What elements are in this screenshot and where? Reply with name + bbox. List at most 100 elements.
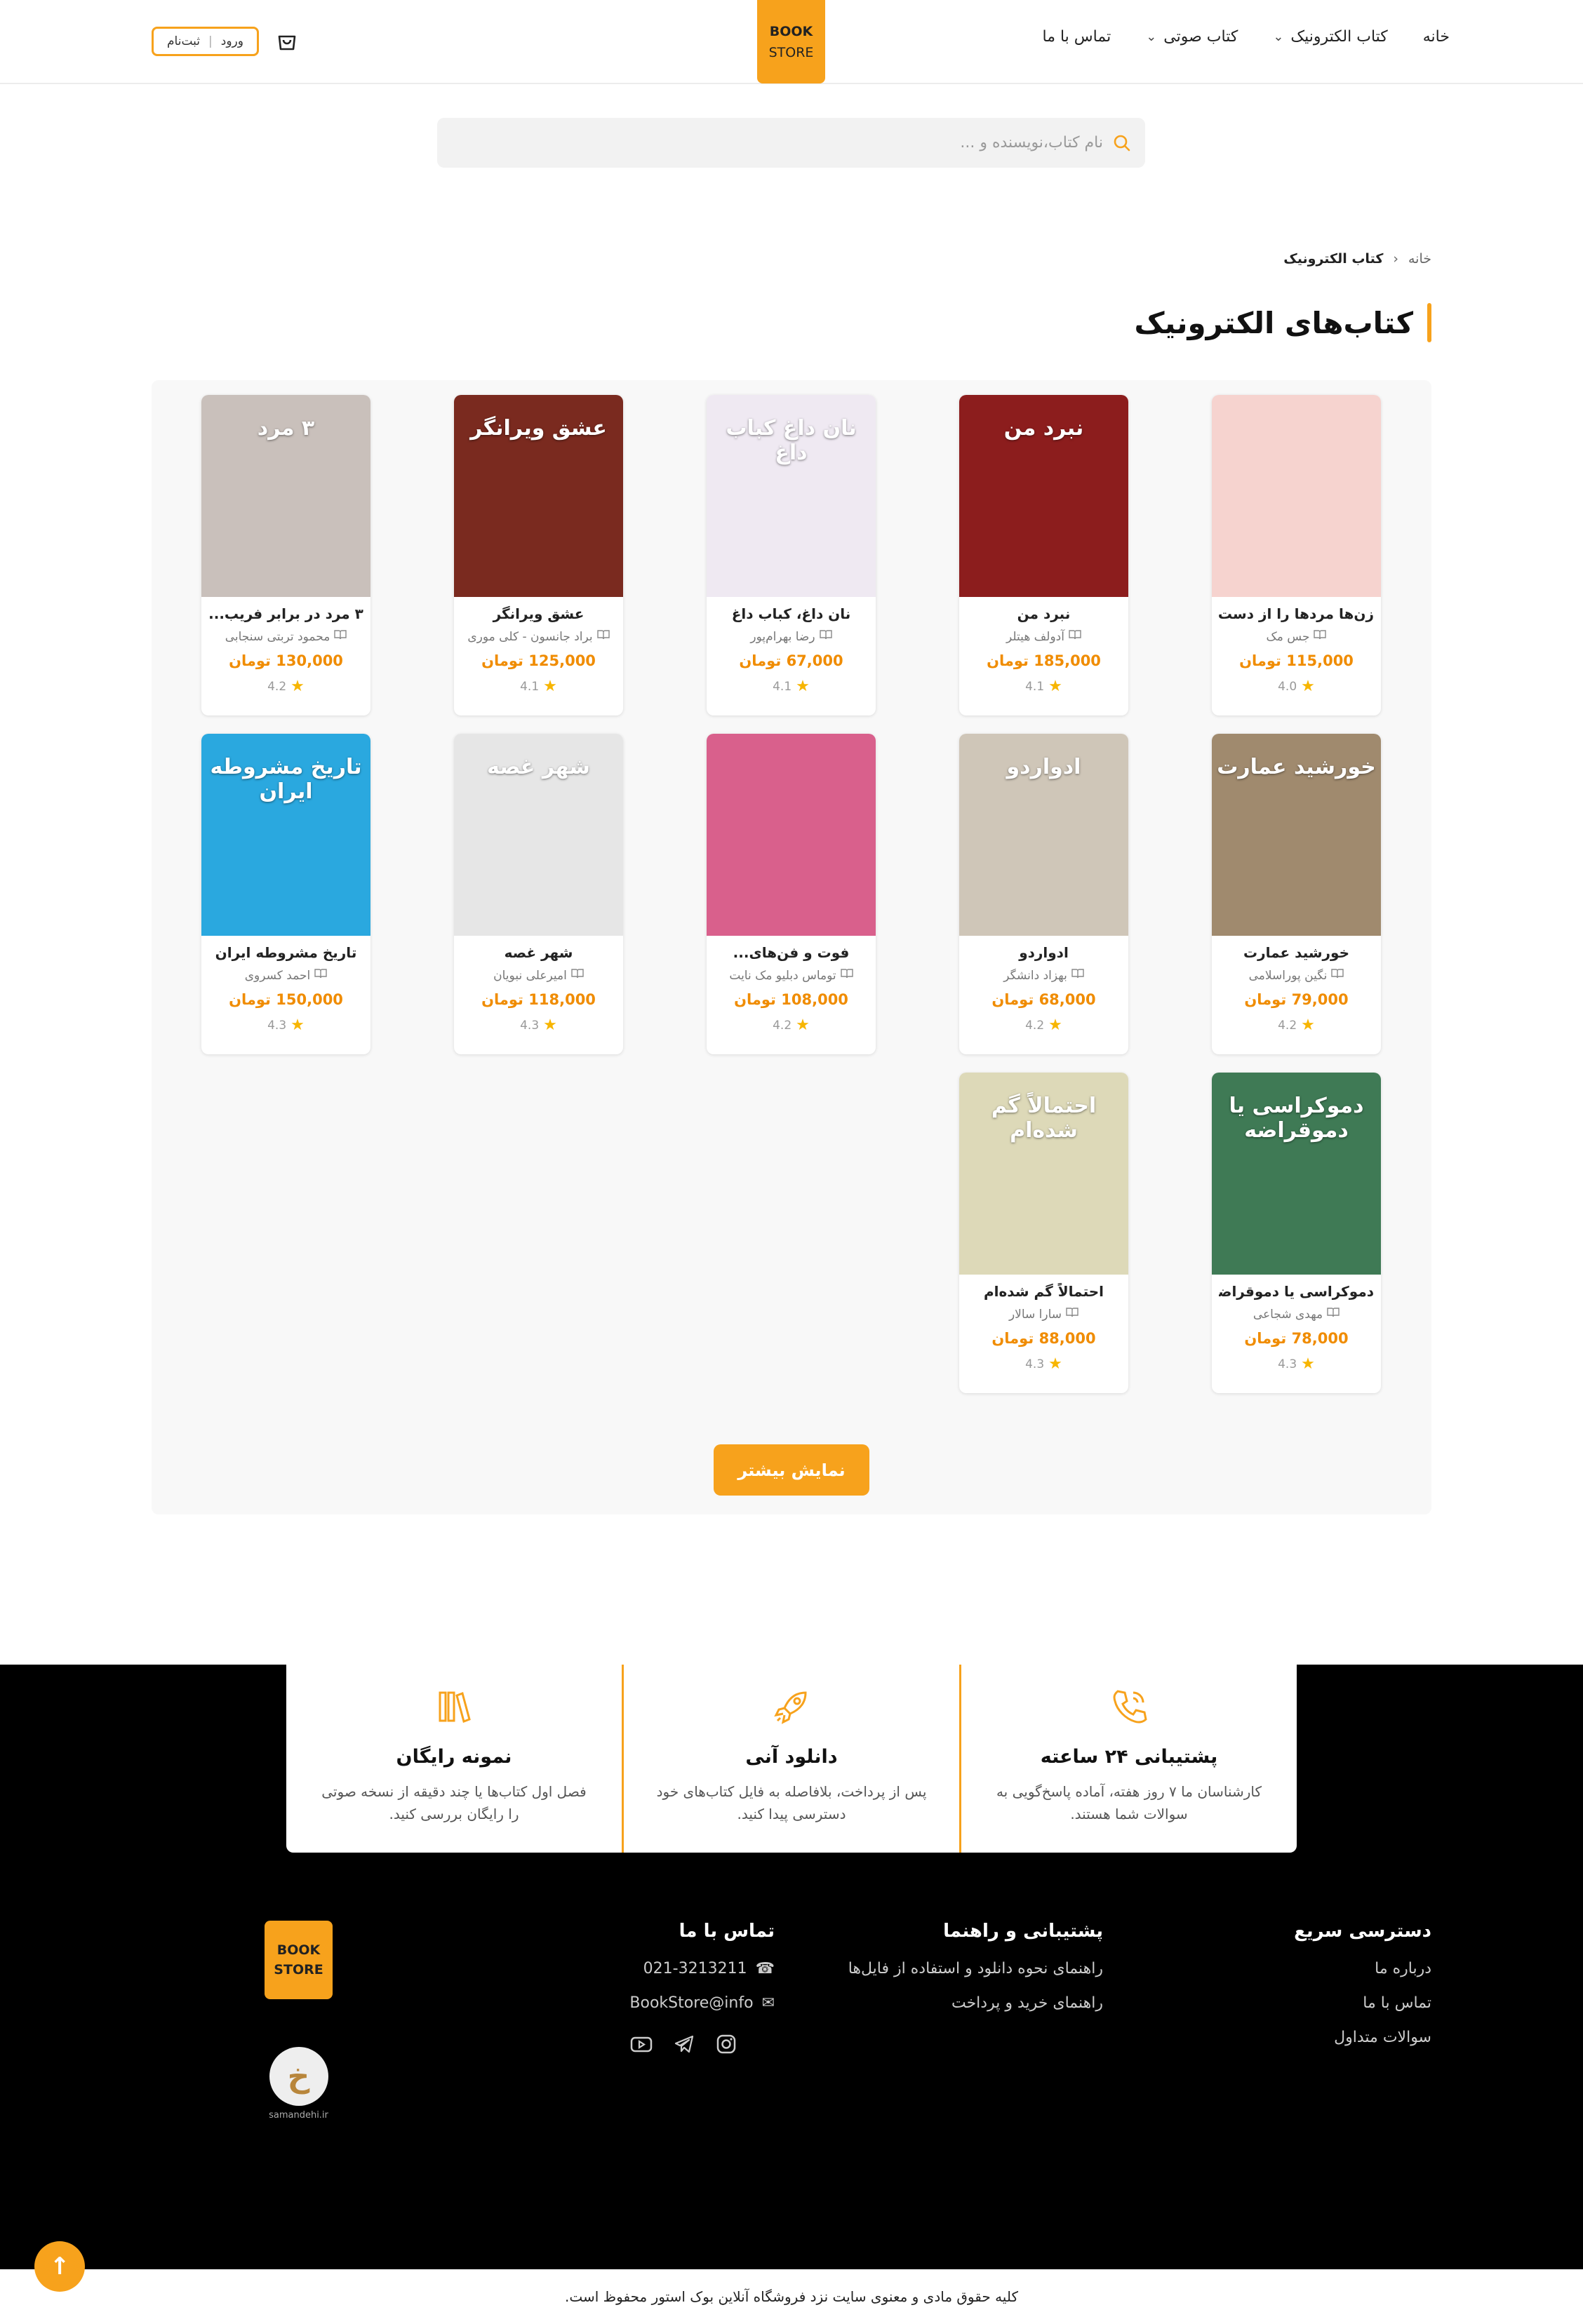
footer-link-contact[interactable]: تماس با ما <box>1294 1994 1431 2012</box>
book-card[interactable]: تاریخ مشروطه ایران تاریخ مشروطه ایران احمد… <box>201 734 370 1054</box>
login-link[interactable]: ورود <box>221 34 243 48</box>
register-link[interactable]: ثبت‌نام <box>167 34 200 48</box>
book-card[interactable]: ۳ مرد ۳ مرد در برابر فریب... محمود تربتی س… <box>201 395 370 716</box>
book-title[interactable]: ۳ مرد در برابر فریب... <box>208 605 363 622</box>
books-icon <box>314 1686 594 1735</box>
footer-link-download-guide[interactable]: راهنمای نحوه دانلود و استفاده از فایل‌ها <box>848 1960 1103 1977</box>
book-price: 67,000 تومان <box>739 652 843 669</box>
book-title[interactable]: خورشید عمارت <box>1219 944 1374 961</box>
cart-icon[interactable] <box>275 29 299 53</box>
book-cover-image[interactable]: ادواردو <box>959 734 1128 936</box>
footer-phone[interactable]: ☎ 021-3213211 <box>629 1960 775 1977</box>
logo-text-line1: BOOK <box>769 23 813 39</box>
phone-icon <box>989 1686 1269 1735</box>
instagram-icon[interactable] <box>715 2033 737 2060</box>
book-title[interactable]: زن‌ها مردها را از دست... <box>1219 605 1374 622</box>
book-title[interactable]: دموکراسی یا دموقراضه <box>1219 1283 1374 1300</box>
book-cover-image[interactable] <box>1212 395 1381 597</box>
book-card[interactable]: ادواردو ادواردو بهزاد دانشگر 68,000 تومان ★ 4… <box>959 734 1128 1054</box>
samandehi-seal-icon: خ <box>269 2047 328 2106</box>
footer-logo-line2: STORE <box>274 1962 323 1977</box>
book-cover-image[interactable]: شهر غصه <box>454 734 623 936</box>
footer-logo[interactable]: BOOK STORE <box>265 1921 333 1999</box>
book-author-name: بهزاد دانشگر <box>1003 968 1067 983</box>
book-card[interactable]: نبرد من نبرد من آدولف هیتلر 185,000 تومان ★ 4… <box>959 395 1128 716</box>
book-cover-image[interactable] <box>707 734 876 936</box>
footer-link-faq[interactable]: سوالات متداول <box>1294 2029 1431 2046</box>
book-author-name: سارا سالار <box>1008 1307 1062 1322</box>
book-cover-image[interactable]: خورشید عمارت <box>1212 734 1381 936</box>
nav-audiobooks[interactable]: کتاب صوتی ⌄ <box>1146 28 1238 46</box>
book-title[interactable]: ادواردو <box>966 944 1121 961</box>
star-icon: ★ <box>796 1016 810 1034</box>
footer-email-text: BookStore@info <box>629 1994 754 2012</box>
book-info: خورشید عمارت نگین پوراسلامی 79,000 تومان ★ 4… <box>1212 936 1381 1034</box>
book-cover-image[interactable]: دموکراسی یا دموقراضه <box>1212 1073 1381 1275</box>
book-card[interactable]: شهر غصه شهر غصه امیرعلی نبویان 118,000 توما… <box>454 734 623 1054</box>
book-author: آدولف هیتلر <box>966 629 1121 644</box>
book-title[interactable]: احتمالاً گم شده‌ام <box>966 1283 1121 1300</box>
feature-text: کارشناسان ما ۷ روز هفته، آماده پاسخ‌گویی… <box>996 1783 1262 1822</box>
book-info: دموکراسی یا دموقراضه مهدی شجاعی 78,000 توم… <box>1212 1275 1381 1373</box>
scroll-to-top-button[interactable]: ↑ <box>34 2241 85 2292</box>
page-title-block: کتاب‌های الکترونیک <box>1135 303 1431 342</box>
footer-link-purchase-guide[interactable]: راهنمای خرید و پرداخت <box>848 1994 1103 2012</box>
book-title[interactable]: نان داغ، کباب داغ <box>714 605 869 622</box>
book-cover-image[interactable]: نان داغ کباب داغ <box>707 395 876 597</box>
book-cover-image[interactable]: تاریخ مشروطه ایران <box>201 734 370 936</box>
search-input[interactable]: نام کتاب،نویسنده و ... <box>960 134 1103 152</box>
search-bar[interactable]: نام کتاب،نویسنده و ... <box>437 118 1145 168</box>
book-card[interactable]: دموکراسی یا دموقراضه دموکراسی یا دموقراضه… <box>1212 1073 1381 1393</box>
auth-button[interactable]: ورود | ثبت‌نام <box>152 27 259 56</box>
nav-home[interactable]: خانه <box>1423 28 1450 46</box>
footer-email[interactable]: ✉ BookStore@info <box>629 1994 775 2012</box>
nav-contact[interactable]: تماس با ما <box>1043 28 1111 46</box>
book-info: تاریخ مشروطه ایران احمد کسروی 150,000 توما… <box>201 936 370 1034</box>
book-author: بهزاد دانشگر <box>966 968 1121 983</box>
feature-title: پشتیبانی ۲۴ ساعته <box>1040 1746 1218 1768</box>
book-cover-image[interactable]: احتمالاً گم شده‌ام <box>959 1073 1128 1275</box>
breadcrumb-home[interactable]: خانه <box>1408 251 1431 267</box>
site-logo[interactable]: BOOK STORE <box>757 0 825 83</box>
telegram-icon[interactable] <box>673 2033 695 2060</box>
book-card[interactable]: خورشید عمارت خورشید عمارت نگین پوراسلامی 79… <box>1212 734 1381 1054</box>
book-cover-image[interactable]: نبرد من <box>959 395 1128 597</box>
book-author: امیرعلی نبویان <box>461 968 616 983</box>
book-info: زن‌ها مردها را از دست... جس مک 115,000 توم… <box>1212 597 1381 695</box>
book-price: 79,000 تومان <box>1244 991 1349 1008</box>
star-icon: ★ <box>543 678 557 695</box>
book-card[interactable]: عشق ویرانگر عشق ویرانگر براد جانسون - کلی … <box>454 395 623 716</box>
book-cover-image[interactable]: عشق ویرانگر <box>454 395 623 597</box>
book-title[interactable]: نبرد من <box>966 605 1121 622</box>
book-price: 68,000 تومان <box>991 991 1096 1008</box>
book-rating-value: 4.2 <box>267 679 287 694</box>
search-icon <box>1114 135 1130 151</box>
chevron-down-icon: ⌄ <box>1146 29 1157 44</box>
book-card[interactable]: نان داغ کباب داغ نان داغ، کباب داغ رضا بهر… <box>707 395 876 716</box>
footer-contact: تماس با ما ☎ 021-3213211 ✉ BookStore@info <box>629 1921 775 2060</box>
book-open-icon <box>596 629 610 644</box>
book-title[interactable]: عشق ویرانگر <box>461 605 616 622</box>
nav-ebooks[interactable]: کتاب الکترونیک ⌄ <box>1273 28 1387 46</box>
book-title[interactable]: تاریخ مشروطه ایران <box>208 944 363 961</box>
feature-instant-download: دانلود آنی پس از پرداخت، بلافاصله به فای… <box>622 1665 959 1853</box>
feature-text: فصل اول کتاب‌ها یا چند دقیقه از نسخه صوت… <box>321 1783 587 1822</box>
book-cover-image[interactable]: ۳ مرد <box>201 395 370 597</box>
book-title[interactable]: فوت و فن‌های... <box>714 944 869 961</box>
book-cover-title: تاریخ مشروطه ایران <box>210 755 362 804</box>
book-cover-title: احتمالاً گم شده‌ام <box>991 1094 1097 1143</box>
book-card[interactable]: فوت و فن‌های... توماس دبلیو مک نایت 108,00… <box>707 734 876 1054</box>
book-card[interactable]: احتمالاً گم شده‌ام احتمالاً گم شده‌ام سارا… <box>959 1073 1128 1393</box>
book-rating-value: 4.0 <box>1278 679 1297 694</box>
book-rating-value: 4.3 <box>520 1018 540 1033</box>
book-rating-value: 4.3 <box>267 1018 287 1033</box>
book-title[interactable]: شهر غصه <box>461 944 616 961</box>
star-icon: ★ <box>543 1016 557 1034</box>
book-rating-value: 4.1 <box>773 679 792 694</box>
show-more-button[interactable]: نمایش بیشتر <box>714 1444 869 1496</box>
book-cover-title: نان داغ کباب داغ <box>726 416 857 465</box>
youtube-icon[interactable] <box>629 2033 653 2060</box>
book-card[interactable]: زن‌ها مردها را از دست... جس مک 115,000 توم… <box>1212 395 1381 716</box>
samandehi-badge[interactable]: خ samandehi.ir <box>262 2047 335 2135</box>
footer-link-about[interactable]: درباره ما <box>1294 1960 1431 1977</box>
